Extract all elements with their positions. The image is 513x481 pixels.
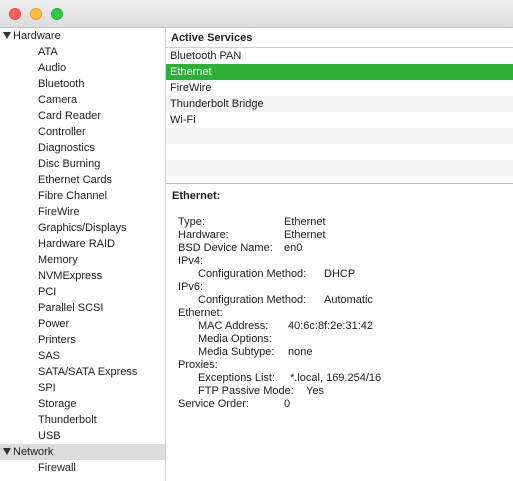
sidebar-item-thunderbolt[interactable]: Thunderbolt bbox=[0, 412, 165, 428]
sidebar-item-fibre-channel[interactable]: Fibre Channel bbox=[0, 188, 165, 204]
sidebar-item-memory[interactable]: Memory bbox=[0, 252, 165, 268]
detail-proxies: Proxies: bbox=[178, 359, 218, 371]
sidebar-group-hardware[interactable]: Hardware bbox=[0, 28, 165, 44]
sidebar: Hardware ATA Audio Bluetooth Camera Card Rea… bbox=[0, 28, 166, 481]
sidebar-item-camera[interactable]: Camera bbox=[0, 92, 165, 108]
service-row-wi-fi[interactable]: Wi-Fi bbox=[166, 112, 513, 128]
details-title: Ethernet: bbox=[172, 190, 221, 202]
sidebar-item-parallel-scsi[interactable]: Parallel SCSI bbox=[0, 300, 165, 316]
details-panel: Ethernet: Type: Ethernet Hardware: Ether… bbox=[166, 184, 513, 411]
service-row-thunderbolt-bridge[interactable]: Thunderbolt Bridge bbox=[166, 96, 513, 112]
sidebar-item-ethernet-cards[interactable]: Ethernet Cards bbox=[0, 172, 165, 188]
service-row-empty bbox=[166, 128, 513, 144]
sidebar-item-card-reader[interactable]: Card Reader bbox=[0, 108, 165, 124]
sidebar-item-diagnostics[interactable]: Diagnostics bbox=[0, 140, 165, 156]
sidebar-item-usb[interactable]: USB bbox=[0, 428, 165, 444]
service-row-bluetooth-pan[interactable]: Bluetooth PAN bbox=[166, 48, 513, 64]
main-panel: Active Services Bluetooth PAN Ethernet Fir… bbox=[166, 28, 513, 481]
detail-hardware: Hardware: Ethernet bbox=[178, 229, 326, 241]
detail-ipv4: IPv4: bbox=[178, 255, 204, 267]
sidebar-item-spi[interactable]: SPI bbox=[0, 380, 165, 396]
hardware-items: ATA Audio Bluetooth Camera Card Reader Contro… bbox=[0, 44, 165, 444]
detail-exceptions-list: Exceptions List: *.local, 169.254/16 bbox=[198, 372, 382, 384]
sidebar-item-sata-sata-express[interactable]: SATA/SATA Express bbox=[0, 364, 165, 380]
services-table: Bluetooth PAN Ethernet FireWire Thunderbolt… bbox=[166, 48, 513, 184]
close-window-button[interactable] bbox=[9, 8, 21, 20]
detail-type: Type: Ethernet bbox=[178, 216, 326, 228]
sidebar-item-ata[interactable]: ATA bbox=[0, 44, 165, 60]
detail-service-order: Service Order: 0 bbox=[178, 398, 291, 410]
detail-mac-address: MAC Address: 40:6c:8f:2e:31:42 bbox=[198, 320, 374, 332]
detail-ethernet: Ethernet: bbox=[178, 307, 223, 319]
sidebar-item-hardware-raid[interactable]: Hardware RAID bbox=[0, 236, 165, 252]
service-row-ethernet[interactable]: Ethernet bbox=[166, 64, 513, 80]
detail-ipv6: IPv6: bbox=[178, 281, 204, 293]
sidebar-item-audio[interactable]: Audio bbox=[0, 60, 165, 76]
service-row-empty bbox=[166, 160, 513, 176]
sidebar-item-bluetooth[interactable]: Bluetooth bbox=[0, 76, 165, 92]
sidebar-item-printers[interactable]: Printers bbox=[0, 332, 165, 348]
sidebar-item-pci[interactable]: PCI bbox=[0, 284, 165, 300]
service-row-empty bbox=[166, 144, 513, 160]
sidebar-item-storage[interactable]: Storage bbox=[0, 396, 165, 412]
sidebar-item-firewire[interactable]: FireWire bbox=[0, 204, 165, 220]
sidebar-item-firewall[interactable]: Firewall bbox=[0, 460, 165, 476]
sidebar-group-label: Network bbox=[13, 446, 54, 458]
detail-media-subtype: Media Subtype: none bbox=[198, 346, 313, 358]
sidebar-item-power[interactable]: Power bbox=[0, 316, 165, 332]
service-row-firewire[interactable]: FireWire bbox=[166, 80, 513, 96]
sidebar-item-disc-burning[interactable]: Disc Burning bbox=[0, 156, 165, 172]
detail-bsd-device-name: BSD Device Name: en0 bbox=[178, 242, 303, 254]
sidebar-item-nvmexpress[interactable]: NVMExpress bbox=[0, 268, 165, 284]
sidebar-group-label: Hardware bbox=[13, 30, 61, 42]
detail-ftp-passive-mode: FTP Passive Mode: Yes bbox=[198, 385, 324, 397]
detail-ipv6-config-method: Configuration Method: Automatic bbox=[198, 294, 373, 306]
detail-ipv4-config-method: Configuration Method: DHCP bbox=[198, 268, 356, 280]
sidebar-group-network[interactable]: Network bbox=[0, 444, 165, 460]
minimize-window-button[interactable] bbox=[30, 8, 42, 20]
sidebar-item-controller[interactable]: Controller bbox=[0, 124, 165, 140]
detail-media-options: Media Options: bbox=[198, 333, 272, 345]
window-titlebar bbox=[0, 0, 513, 28]
sidebar-item-sas[interactable]: SAS bbox=[0, 348, 165, 364]
network-items: Firewall bbox=[0, 460, 165, 476]
zoom-window-button[interactable] bbox=[51, 8, 63, 20]
sidebar-item-graphics-displays[interactable]: Graphics/Displays bbox=[0, 220, 165, 236]
disclosure-triangle-icon[interactable] bbox=[3, 32, 11, 39]
services-column-header[interactable]: Active Services bbox=[166, 28, 513, 48]
disclosure-triangle-icon[interactable] bbox=[3, 448, 11, 455]
